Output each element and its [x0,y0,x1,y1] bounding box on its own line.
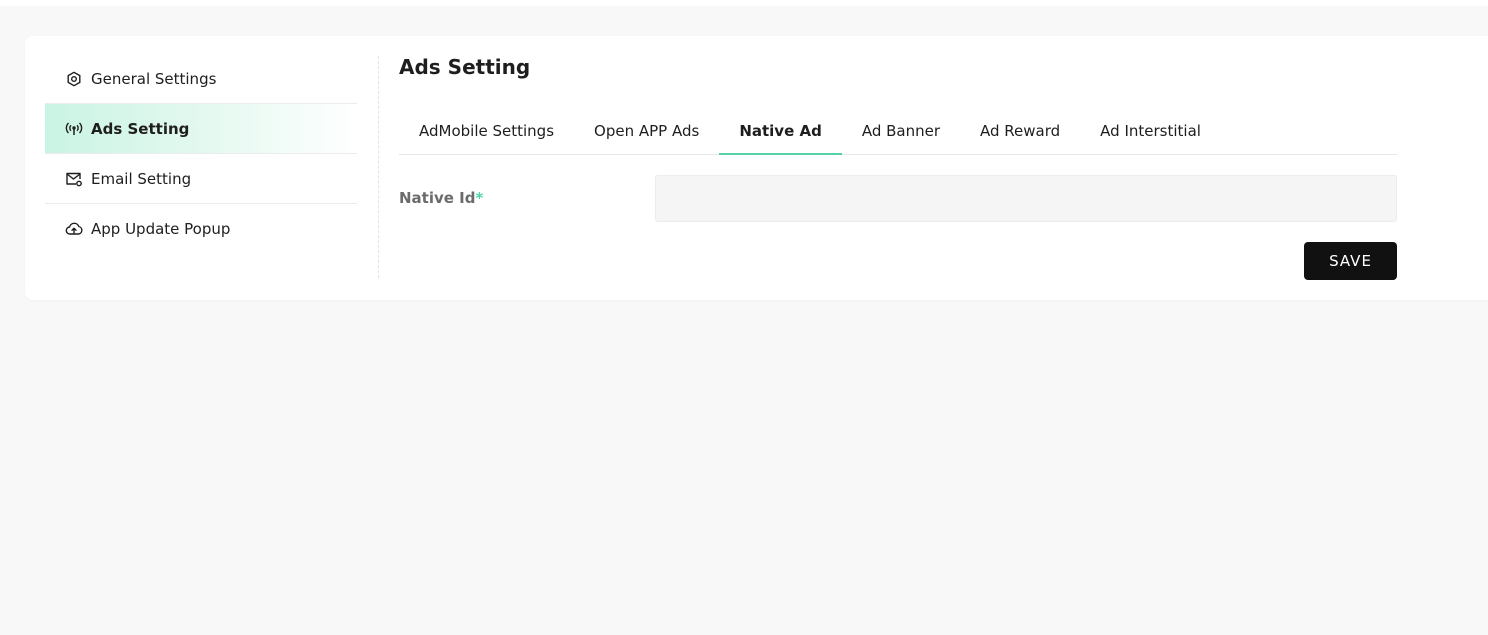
mail-settings-icon [65,170,83,188]
sidebar-item-ads-setting[interactable]: Ads Setting [45,104,357,154]
sidebar-item-label: App Update Popup [91,220,231,238]
sidebar-item-email-setting[interactable]: Email Setting [45,154,357,204]
tab-native-ad[interactable]: Native Ad [719,108,842,155]
sidebar-item-general-settings[interactable]: General Settings [45,54,357,104]
tab-ad-banner[interactable]: Ad Banner [842,108,960,154]
required-mark: * [475,189,484,207]
native-id-row: Native Id* [399,175,1397,222]
native-id-label: Native Id* [399,189,483,207]
sidebar-item-app-update-popup[interactable]: App Update Popup [45,204,357,254]
sidebar-item-label: Email Setting [91,169,192,188]
top-bar [0,0,1488,6]
native-id-input[interactable] [655,175,1397,222]
sidebar-divider [378,56,379,278]
ads-tabs: AdMobile Settings Open APP Ads Native Ad… [399,108,1397,155]
settings-card: General Settings Ads Setting Email Setti… [25,36,1488,300]
tab-ad-interstitial[interactable]: Ad Interstitial [1080,108,1221,154]
save-button[interactable]: SAVE [1304,242,1397,280]
tab-admobile-settings[interactable]: AdMobile Settings [399,108,574,154]
cloud-upload-icon [65,220,83,238]
gear-hex-icon [65,70,83,88]
tab-ad-reward[interactable]: Ad Reward [960,108,1080,154]
native-id-label-text: Native Id [399,189,476,207]
settings-sidebar: General Settings Ads Setting Email Setti… [45,54,357,254]
page-title: Ads Setting [399,55,531,79]
sidebar-item-label: Ads Setting [91,119,190,138]
sidebar-item-label: General Settings [91,69,217,88]
tab-open-app-ads[interactable]: Open APP Ads [574,108,719,154]
broadcast-icon [65,120,83,138]
